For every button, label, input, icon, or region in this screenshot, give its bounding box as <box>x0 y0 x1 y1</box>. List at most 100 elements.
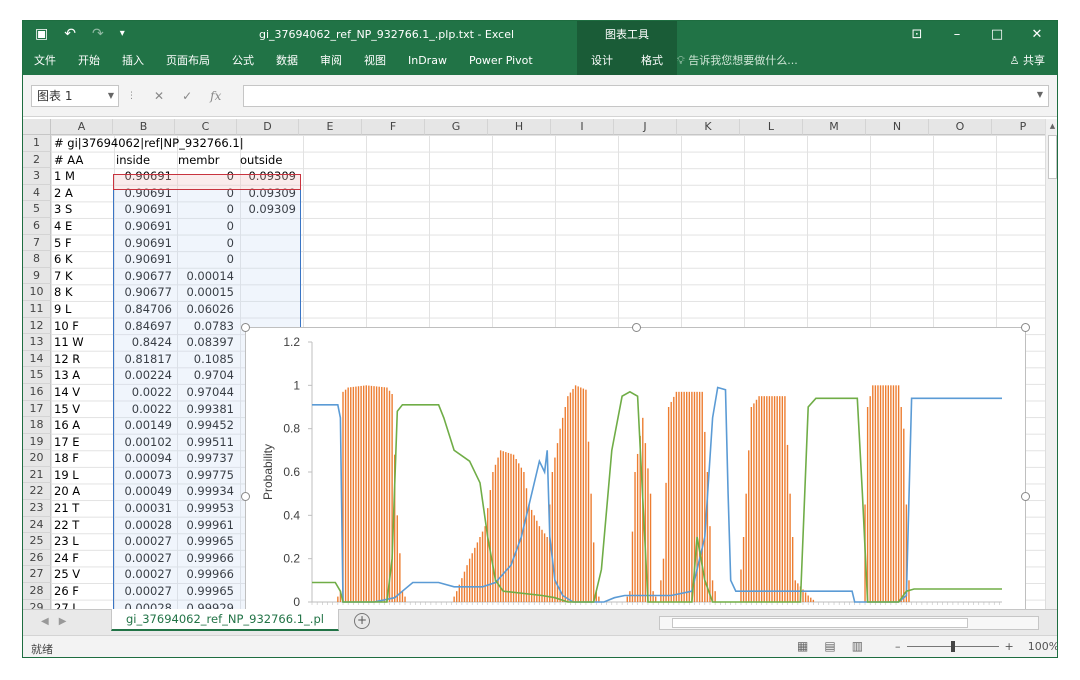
row-header[interactable]: 11 <box>23 300 51 318</box>
cell-a[interactable]: 27 L <box>51 600 113 609</box>
row-header[interactable]: 5 <box>23 201 51 218</box>
minimize-icon[interactable]: – <box>937 21 977 49</box>
name-box[interactable]: 图表 1 ▼ <box>31 85 119 107</box>
select-all-corner[interactable] <box>23 119 51 135</box>
zoom-level[interactable]: 100% <box>1028 640 1057 653</box>
resize-handle-ne[interactable] <box>1021 323 1030 332</box>
cell-a[interactable]: 21 T <box>51 500 113 517</box>
cell-a[interactable]: 24 F <box>51 550 113 567</box>
chart-svg[interactable]: 00.20.40.60.811.2Probability111213141516… <box>246 328 1027 609</box>
tab-view[interactable]: 视图 <box>353 49 397 75</box>
cell-a[interactable]: 15 V <box>51 401 113 418</box>
tab-indraw[interactable]: InDraw <box>397 49 458 75</box>
row-header[interactable]: 13 <box>23 334 51 351</box>
column-header[interactable]: D <box>237 119 299 135</box>
row-header[interactable]: 20 <box>23 450 51 467</box>
worksheet-grid[interactable]: ABCDEFGHIJKLMNOP 1 2 3 4 5 6 7 8 9 10 11 12 13 14 15 16… <box>23 119 1057 609</box>
cell-a[interactable]: 12 R <box>51 351 113 368</box>
cell-a[interactable]: 20 A <box>51 483 113 500</box>
cancel-icon[interactable]: ✕ <box>154 85 164 107</box>
share-button[interactable]: ♙ 共享 <box>1010 49 1045 73</box>
save-icon[interactable]: ▣ <box>35 25 48 43</box>
cell-a[interactable]: 1 M <box>51 168 113 185</box>
ribbon-display-icon[interactable]: ⊡ <box>897 21 937 49</box>
chevron-down-icon[interactable]: ▼ <box>108 86 114 106</box>
horizontal-scroll-thumb[interactable] <box>672 618 968 628</box>
column-header[interactable]: B <box>113 119 175 135</box>
cell-a[interactable]: 23 L <box>51 533 113 550</box>
row-header[interactable]: 12 <box>23 317 51 335</box>
sheet-nav-arrows[interactable]: ◀▶ <box>41 616 76 627</box>
column-header[interactable]: C <box>175 119 237 135</box>
redo-icon[interactable]: ↷ <box>92 25 104 43</box>
vertical-scrollbar[interactable]: ▲ <box>1045 119 1057 609</box>
vertical-scroll-thumb[interactable] <box>1048 135 1057 179</box>
column-header[interactable]: M <box>803 119 866 135</box>
expand-formula-icon[interactable]: ▼ <box>1037 90 1043 99</box>
cell-a[interactable]: 17 E <box>51 434 113 451</box>
row-header[interactable]: 27 <box>23 566 51 584</box>
cell-a[interactable]: 19 L <box>51 467 113 484</box>
resize-handle-w[interactable] <box>241 492 250 501</box>
row-header[interactable]: 19 <box>23 433 51 451</box>
cell-b[interactable]: inside <box>113 152 175 169</box>
row-header[interactable]: 10 <box>23 284 51 301</box>
row-header[interactable]: 6 <box>23 217 51 235</box>
column-header[interactable]: N <box>866 119 929 135</box>
maximize-icon[interactable]: □ <box>977 21 1017 49</box>
row-header[interactable]: 2 <box>23 151 51 169</box>
cell-a[interactable]: 5 F <box>51 235 113 252</box>
row-header[interactable]: 4 <box>23 184 51 202</box>
row-header[interactable]: 28 <box>23 583 51 600</box>
row-header[interactable]: 23 <box>23 500 51 517</box>
column-header[interactable]: J <box>614 119 677 135</box>
row-header[interactable]: 7 <box>23 234 51 252</box>
zoom-out-icon[interactable]: – <box>895 640 901 653</box>
column-header[interactable]: O <box>929 119 992 135</box>
row-header[interactable]: 14 <box>23 350 51 368</box>
tab-review[interactable]: 审阅 <box>309 49 353 75</box>
cell-a[interactable]: 11 W <box>51 334 113 351</box>
zoom-slider-knob[interactable] <box>950 641 955 652</box>
column-header[interactable]: K <box>677 119 740 135</box>
undo-icon[interactable]: ↶ <box>64 25 76 43</box>
tell-me-box[interactable]: 💡︎ 告诉我您想要做什么... <box>677 49 798 73</box>
column-header[interactable]: H <box>488 119 551 135</box>
sheet-tab-active[interactable]: gi_37694062_ref_NP_932766.1_.pl <box>111 609 339 631</box>
row-header[interactable]: 3 <box>23 168 51 185</box>
cell-a[interactable]: 3 S <box>51 201 113 218</box>
tab-insert[interactable]: 插入 <box>111 49 155 75</box>
column-header[interactable]: F <box>362 119 425 135</box>
zoom-slider[interactable] <box>906 641 999 652</box>
resize-handle-nw[interactable] <box>241 323 250 332</box>
column-header[interactable]: G <box>425 119 488 135</box>
cell-a[interactable]: 10 F <box>51 318 113 335</box>
row-header[interactable]: 26 <box>23 549 51 567</box>
row-header[interactable]: 21 <box>23 466 51 484</box>
row-header[interactable]: 9 <box>23 267 51 285</box>
row-header[interactable]: 29 <box>23 599 51 609</box>
row-header[interactable]: 8 <box>23 251 51 268</box>
cell-a[interactable]: 25 V <box>51 566 113 583</box>
tab-design[interactable]: 设计 <box>591 49 613 75</box>
tab-formulas[interactable]: 公式 <box>221 49 265 75</box>
chart-object[interactable]: 00.20.40.60.811.2Probability111213141516… <box>241 323 1030 609</box>
page-break-view-icon[interactable]: ▥ <box>852 639 863 653</box>
cell-a[interactable]: 26 F <box>51 583 113 600</box>
column-header[interactable]: I <box>551 119 614 135</box>
tab-home[interactable]: 开始 <box>67 49 111 75</box>
tab-format[interactable]: 格式 <box>641 49 663 75</box>
resize-handle-n[interactable] <box>632 323 641 332</box>
cell-a[interactable]: 16 A <box>51 417 113 434</box>
customize-qat-icon[interactable]: ▾ <box>120 25 125 43</box>
tab-file[interactable]: 文件 <box>23 49 67 75</box>
close-icon[interactable]: ✕ <box>1017 21 1057 49</box>
column-header[interactable]: L <box>740 119 803 135</box>
cell-a[interactable]: # gi|37694062|ref|NP_932766.1| <box>51 135 244 152</box>
tab-data[interactable]: 数据 <box>265 49 309 75</box>
cell-a[interactable]: 4 E <box>51 218 113 235</box>
cell-a[interactable]: 9 L <box>51 301 113 318</box>
cell-a[interactable]: 22 T <box>51 517 113 534</box>
tab-page-layout[interactable]: 页面布局 <box>155 49 221 75</box>
row-header[interactable]: 22 <box>23 483 51 501</box>
